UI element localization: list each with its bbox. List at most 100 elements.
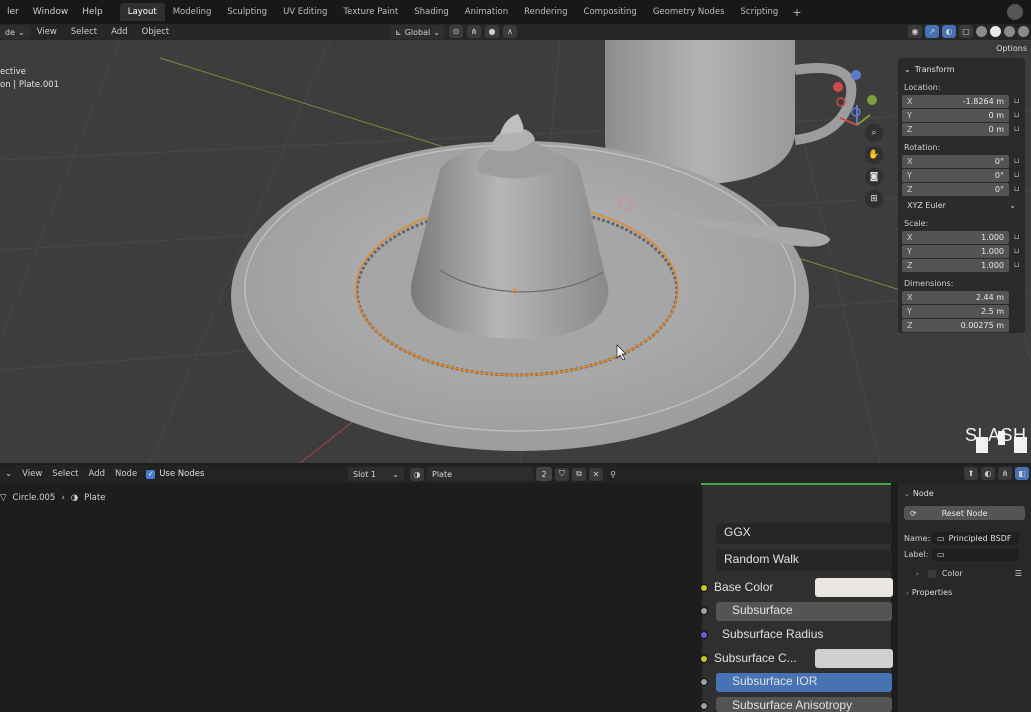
subsurface-method-dropdown[interactable]: Random Walk: [716, 550, 892, 571]
dimensions-x-field[interactable]: X 2.44 m: [902, 291, 1009, 304]
add-workspace-button[interactable]: +: [786, 6, 807, 19]
material-shading-icon[interactable]: [1004, 26, 1015, 37]
menu-window[interactable]: Window: [26, 0, 76, 24]
tab-animation[interactable]: Animation: [457, 3, 516, 21]
base-color-swatch[interactable]: [815, 578, 893, 597]
node-name-field[interactable]: ▭ Principled BSDF: [932, 532, 1019, 545]
visibility-icon[interactable]: ◉: [908, 25, 922, 38]
parent-icon[interactable]: ⬆: [964, 467, 978, 480]
editor-type-chevron-icon[interactable]: ⌄: [0, 465, 17, 483]
lock-icon[interactable]: ⊔: [1012, 171, 1021, 180]
tab-sculpting[interactable]: Sculpting: [219, 3, 275, 21]
reset-node-button[interactable]: ⟳ Reset Node: [904, 506, 1025, 520]
tab-uv-editing[interactable]: UV Editing: [275, 3, 335, 21]
slot-dropdown[interactable]: Slot 1 ⌄: [348, 467, 404, 481]
close-icon[interactable]: ✕: [589, 467, 603, 481]
menu-select[interactable]: Select: [64, 24, 104, 40]
pivot-icon[interactable]: ⊙: [448, 25, 463, 38]
fake-user-shield-icon[interactable]: ⛉: [555, 467, 569, 481]
tab-geometry-nodes[interactable]: Geometry Nodes: [645, 3, 733, 21]
node-menu-view[interactable]: View: [17, 465, 47, 483]
menu-object[interactable]: Object: [135, 24, 177, 40]
scale-z-field[interactable]: Z 1.000: [902, 259, 1009, 272]
camera-icon[interactable]: ◙: [865, 168, 883, 186]
distribution-dropdown[interactable]: GGX: [716, 523, 892, 544]
location-z-field[interactable]: Z0 m: [902, 123, 1009, 136]
rotation-y-field[interactable]: Y 0°: [902, 169, 1009, 182]
rotation-mode-dropdown[interactable]: XYZ Euler ⌄: [902, 199, 1021, 212]
transform-header[interactable]: ⌄ Transform: [904, 62, 1021, 76]
scene-icon[interactable]: [1007, 4, 1023, 20]
tab-layout[interactable]: Layout: [119, 3, 165, 21]
menu-file[interactable]: ler: [0, 0, 26, 24]
lock-icon[interactable]: ⊔: [1012, 111, 1021, 120]
pan-hand-icon[interactable]: ✋: [865, 146, 883, 164]
duplicate-icon[interactable]: ⧉: [572, 467, 586, 481]
lock-icon[interactable]: ⊔: [1012, 247, 1021, 256]
node-menu-node[interactable]: Node: [110, 465, 142, 483]
location-x-field[interactable]: X -1.8264 m: [902, 95, 1009, 108]
tab-modeling[interactable]: Modeling: [165, 3, 220, 21]
menu-view[interactable]: View: [30, 24, 64, 40]
node-menu-add[interactable]: Add: [84, 465, 110, 483]
tab-compositing[interactable]: Compositing: [576, 3, 645, 21]
tab-scripting[interactable]: Scripting: [733, 3, 787, 21]
rotation-z-field[interactable]: Z 0°: [902, 183, 1009, 196]
properties-row[interactable]: › Properties: [906, 588, 1027, 597]
subsurface-radius-socket[interactable]: [700, 631, 708, 639]
gizmo-icon[interactable]: ↗: [925, 25, 939, 38]
subsurface-color-swatch[interactable]: [815, 649, 893, 668]
material-name-field[interactable]: Plate: [427, 467, 533, 481]
xray-icon[interactable]: ▢: [959, 25, 973, 38]
menu-help[interactable]: Help: [75, 0, 110, 24]
lock-icon[interactable]: ⊔: [1012, 185, 1021, 194]
lock-icon[interactable]: ⊔: [1012, 157, 1021, 166]
dimensions-z-field[interactable]: Z 0.00275 m: [902, 319, 1009, 332]
wireframe-shading-icon[interactable]: [976, 26, 987, 37]
breadcrumb-material[interactable]: Plate: [84, 493, 105, 503]
location-y-field[interactable]: Y0 m: [902, 109, 1009, 122]
node-menu-select[interactable]: Select: [47, 465, 83, 483]
use-nodes-checkbox[interactable]: ✓ Use Nodes: [146, 469, 204, 479]
pin-icon[interactable]: ⚲: [606, 468, 620, 481]
overlay-toggle-icon[interactable]: ◐: [981, 467, 995, 480]
node-color-row[interactable]: › Color ☰: [916, 569, 1027, 578]
overlay-icon[interactable]: ◐: [942, 25, 956, 38]
lock-icon[interactable]: ⊔: [1012, 97, 1021, 106]
color-checkbox[interactable]: [927, 569, 936, 578]
rendered-shading-icon[interactable]: [1018, 26, 1029, 37]
3d-viewport[interactable]: ective on | Plate.001 Options ⌕ ✋ ◙ ⊞ SL…: [0, 40, 1031, 463]
user-count[interactable]: 2: [536, 467, 552, 481]
subsurface-color-socket[interactable]: [700, 655, 708, 663]
node-editor[interactable]: ▽ Circle.005 › ◑ Plate GGX Random Walk B…: [0, 483, 1031, 712]
proportional-edit-icon[interactable]: ●: [484, 25, 499, 38]
subsurface-ior-field[interactable]: Subsurface IOR: [716, 673, 892, 692]
material-sphere-icon[interactable]: ◑: [410, 467, 424, 481]
node-panel-header[interactable]: ⌄ Node: [904, 489, 1027, 498]
lock-icon[interactable]: ⊔: [1012, 261, 1021, 270]
node-label-field[interactable]: ▭: [932, 548, 1019, 561]
tab-texture-paint[interactable]: Texture Paint: [335, 3, 406, 21]
snap-toggle-icon[interactable]: ⋔: [998, 467, 1012, 480]
snap-icon[interactable]: ⋔: [466, 25, 481, 38]
mode-dropdown[interactable]: de ⌄: [0, 25, 30, 39]
rotation-x-field[interactable]: X 0°: [902, 155, 1009, 168]
subsurface-field[interactable]: Subsurface: [716, 602, 892, 621]
subsurface-anisotropy-socket[interactable]: [700, 702, 708, 710]
scale-y-field[interactable]: Y 1.000: [902, 245, 1009, 258]
options-button[interactable]: Options: [992, 42, 1031, 55]
solid-shading-icon[interactable]: [990, 26, 1001, 37]
list-icon[interactable]: ☰: [1015, 569, 1022, 578]
tab-shading[interactable]: Shading: [406, 3, 457, 21]
base-color-socket[interactable]: [700, 584, 708, 592]
breadcrumb-object[interactable]: Circle.005: [13, 493, 56, 503]
subsurface-socket[interactable]: [700, 607, 708, 615]
subsurface-ior-socket[interactable]: [700, 678, 708, 686]
tab-rendering[interactable]: Rendering: [516, 3, 575, 21]
subsurface-anisotropy-field[interactable]: Subsurface Anisotropy: [716, 697, 892, 712]
scale-x-field[interactable]: X 1.000: [902, 231, 1009, 244]
principled-bsdf-node[interactable]: GGX Random Walk Base Color Subsurface Su…: [700, 483, 893, 712]
zoom-icon[interactable]: ⌕: [865, 124, 883, 142]
orientation-dropdown[interactable]: ⊾ Global ⌄: [390, 25, 445, 39]
falloff-icon[interactable]: ∧: [502, 25, 517, 38]
